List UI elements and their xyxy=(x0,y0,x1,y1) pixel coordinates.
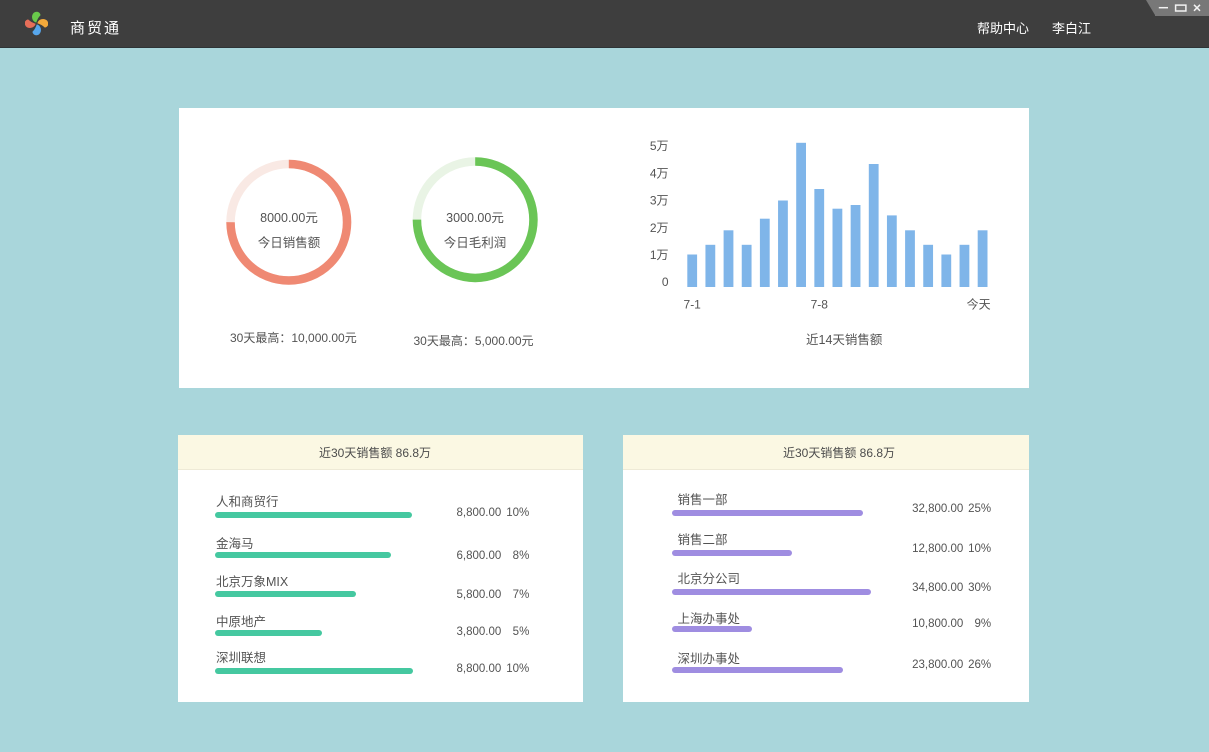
svg-text:5万: 5万 xyxy=(650,139,669,153)
svg-text:7-1: 7-1 xyxy=(684,298,702,312)
svg-text:0: 0 xyxy=(662,275,669,289)
svg-text:2万: 2万 xyxy=(650,221,669,235)
svg-text:3万: 3万 xyxy=(650,194,669,208)
svg-text:今天: 今天 xyxy=(967,297,991,312)
svg-text:7-8: 7-8 xyxy=(811,298,829,312)
svg-text:1万: 1万 xyxy=(650,248,669,262)
svg-text:4万: 4万 xyxy=(650,166,669,180)
